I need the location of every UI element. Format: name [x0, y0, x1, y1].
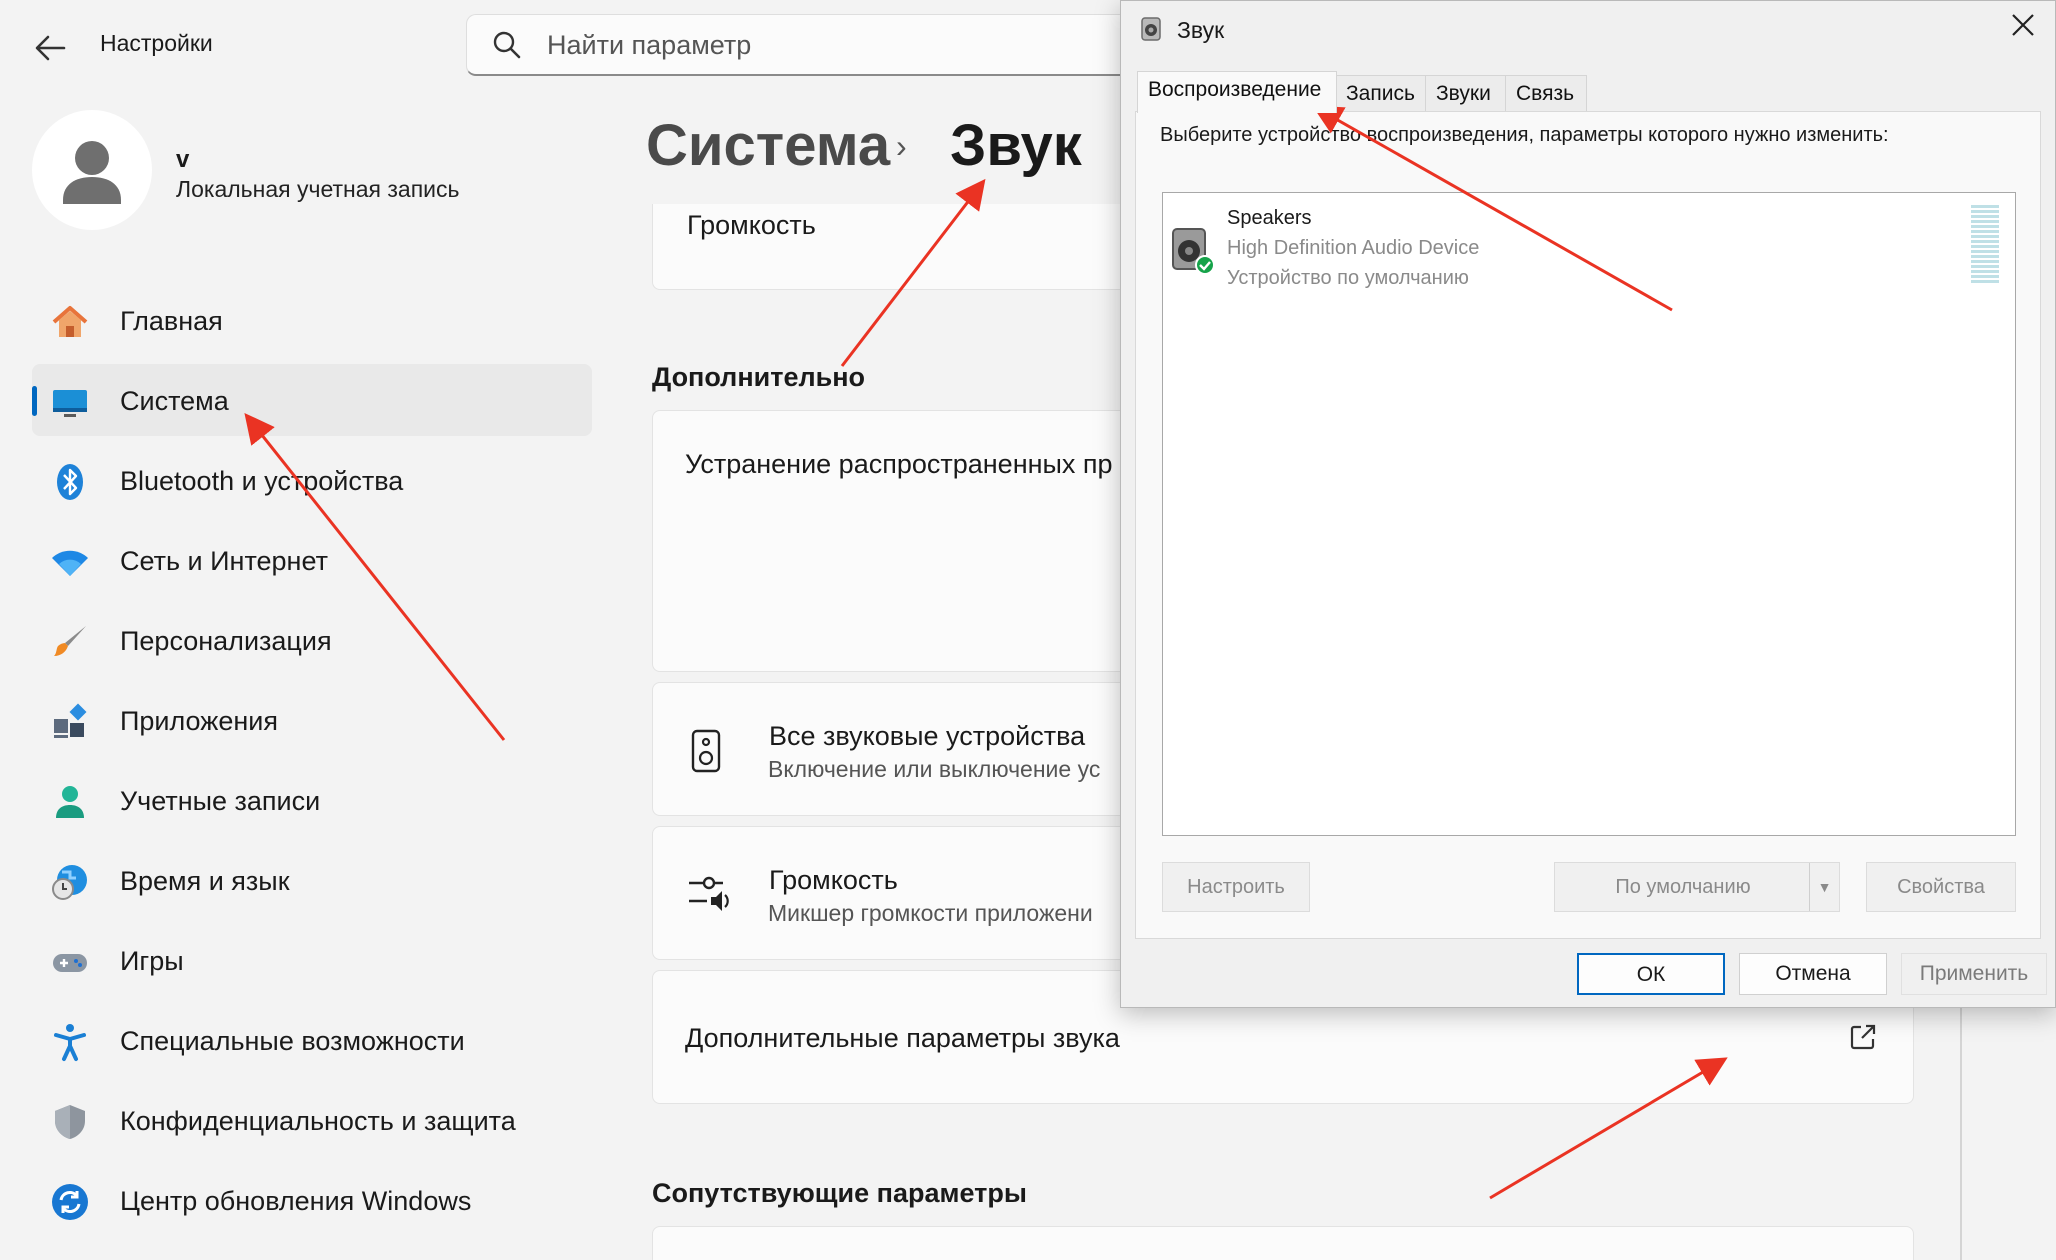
search-icon [493, 31, 521, 59]
brush-icon [54, 626, 86, 656]
speaker-device-icon [691, 729, 721, 773]
avatar[interactable] [32, 110, 152, 230]
device-driver: High Definition Audio Device [1227, 237, 1480, 259]
search-input[interactable] [547, 27, 1107, 63]
app-title: Настройки [100, 30, 213, 56]
time-language-icon [52, 865, 87, 900]
set-default-label: По умолчанию [1615, 876, 1751, 898]
breadcrumb-separator: › [896, 128, 907, 164]
sidebar-item-label: Специальные возможности [120, 1026, 465, 1056]
accounts-icon [56, 786, 84, 818]
sidebar-item-personalization[interactable]: Персонализация [32, 604, 592, 676]
gamepad-icon [53, 954, 87, 972]
user-name: v [176, 146, 190, 173]
active-indicator [32, 386, 37, 416]
sidebar-item-label: Сеть и Интернет [120, 546, 328, 576]
tab-communications[interactable]: Связь [1505, 75, 1587, 111]
sidebar-item-label: Персонализация [120, 626, 332, 656]
volume-mixer-title: Громкость [769, 865, 898, 895]
set-default-split-button[interactable]: По умолчанию ▼ [1554, 862, 1840, 912]
all-sound-devices-title: Все звуковые устройства [769, 721, 1086, 751]
volume-card-title: Громкость [687, 210, 816, 240]
sidebar-item-privacy[interactable]: Конфиденциальность и защита [32, 1084, 592, 1156]
sidebar-item-gaming[interactable]: Игры [32, 924, 592, 996]
breadcrumb-parent[interactable]: Система [646, 112, 890, 179]
ok-button[interactable]: ОК [1577, 953, 1725, 995]
all-sound-devices-subtitle: Включение или выключение ус [768, 756, 1101, 782]
update-icon [52, 1184, 88, 1220]
shield-icon [55, 1105, 85, 1139]
sidebar-item-time-language[interactable]: Время и язык [32, 844, 592, 916]
sidebar-item-system[interactable]: Система [32, 364, 592, 436]
playback-device-list[interactable]: Speakers High Definition Audio Device Ус… [1162, 192, 2016, 836]
page-title: Звук [950, 113, 1082, 178]
sidebar-item-accessibility[interactable]: Специальные возможности [32, 1004, 592, 1076]
speaker-icon [1141, 17, 1161, 41]
apply-button[interactable]: Применить [1901, 953, 2047, 995]
configure-button[interactable]: Настроить [1162, 862, 1310, 912]
close-icon[interactable] [2009, 11, 2037, 45]
external-link-icon [1850, 1024, 1876, 1050]
more-sound-settings-title: Дополнительные параметры звука [685, 1023, 1120, 1053]
sidebar-item-network[interactable]: Сеть и Интернет [32, 524, 592, 596]
sidebar-item-label: Система [120, 386, 229, 416]
troubleshoot-title: Устранение распространенных пр [685, 449, 1113, 479]
cancel-button[interactable]: Отмена [1739, 953, 1887, 995]
search-box[interactable] [466, 14, 1166, 76]
tab-playback[interactable]: Воспроизведение [1137, 71, 1337, 113]
back-arrow-icon[interactable] [30, 28, 70, 68]
sidebar-item-label: Время и язык [120, 866, 290, 896]
audio-level-meter [1971, 205, 1999, 285]
apps-icon [54, 703, 87, 738]
sidebar-item-label: Главная [120, 306, 223, 336]
sidebar-item-accounts[interactable]: Учетные записи [32, 764, 592, 836]
device-name: Speakers [1227, 207, 1312, 229]
instruction-text: Выберите устройство воспроизведения, пар… [1160, 124, 1889, 146]
device-status: Устройство по умолчанию [1227, 267, 1469, 289]
chevron-down-icon[interactable]: ▼ [1809, 863, 1839, 911]
sound-dialog: Звук Воспроизведение Запись Звуки Связь … [1120, 0, 2056, 1008]
bluetooth-icon [57, 464, 83, 500]
sidebar-item-label: Учетные записи [120, 786, 321, 816]
sidebar-item-apps[interactable]: Приложения [32, 684, 592, 756]
section-advanced-title: Дополнительно [652, 362, 866, 392]
home-icon [52, 306, 88, 337]
playback-panel: Выберите устройство воспроизведения, пар… [1135, 111, 2041, 939]
sidebar-item-label: Bluetooth и устройства [120, 466, 404, 496]
sidebar-item-home[interactable]: Главная [32, 284, 592, 356]
accessibility-icon [54, 1024, 86, 1061]
tab-sounds[interactable]: Звуки [1425, 75, 1507, 111]
volume-mixer-subtitle: Микшер громкости приложени [768, 900, 1093, 926]
wifi-icon [52, 550, 88, 576]
sidebar-item-bluetooth[interactable]: Bluetooth и устройства [32, 444, 592, 516]
sidebar-item-label: Конфиденциальность и защита [120, 1106, 516, 1136]
sidebar-item-windows-update[interactable]: Центр обновления Windows [32, 1164, 592, 1236]
dialog-title: Звук [1177, 17, 1225, 43]
user-icon [63, 141, 121, 204]
section-related-title: Сопутствующие параметры [652, 1178, 1027, 1208]
device-row[interactable]: Speakers High Definition Audio Device Ус… [1163, 193, 2015, 303]
speakers-icon [1172, 228, 1215, 275]
properties-button[interactable]: Свойства [1866, 862, 2016, 912]
volume-mixer-icon [689, 876, 729, 911]
tab-recording[interactable]: Запись [1335, 75, 1427, 111]
related-settings-card[interactable] [652, 1226, 1914, 1260]
sidebar-item-label: Приложения [120, 706, 278, 736]
system-icon [53, 390, 87, 417]
user-account-type: Локальная учетная запись [176, 176, 460, 202]
sidebar-item-label: Игры [120, 946, 184, 976]
sidebar-item-label: Центр обновления Windows [120, 1186, 472, 1216]
